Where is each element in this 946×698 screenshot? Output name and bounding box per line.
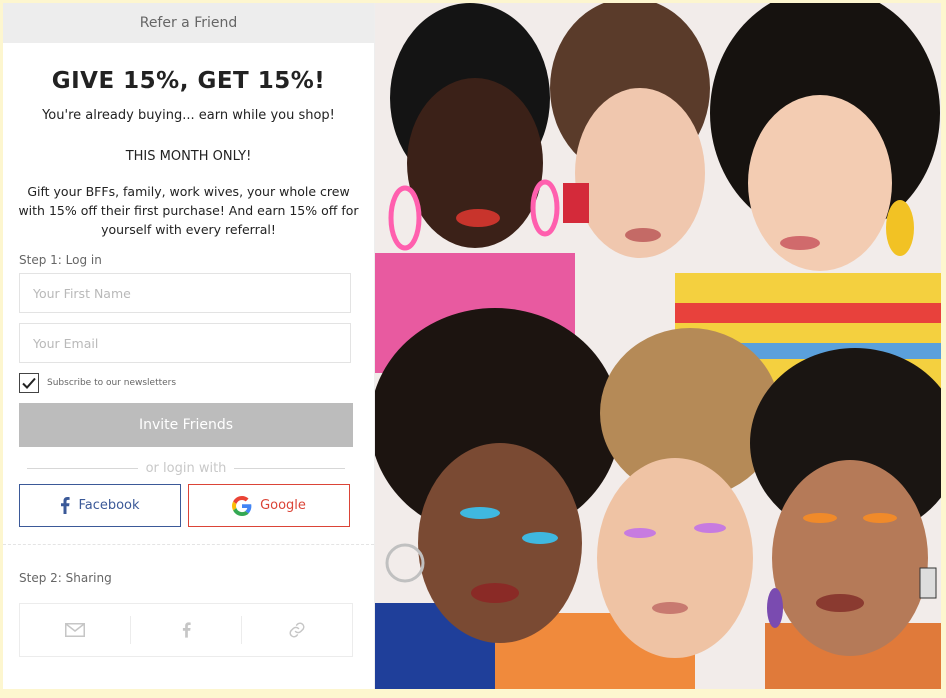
share-options	[19, 603, 353, 657]
offer-description: Gift your BFFs, family, work wives, your…	[18, 184, 359, 237]
divider-line-right	[234, 468, 345, 469]
facebook-icon	[182, 622, 191, 638]
divider-text: or login with	[145, 461, 227, 476]
panel-header-title: Refer a Friend	[139, 15, 238, 31]
invite-friends-button[interactable]: Invite Friends	[19, 403, 353, 447]
mail-icon	[65, 623, 85, 637]
share-email-button[interactable]	[20, 604, 130, 656]
facebook-login-button[interactable]: Facebook	[19, 484, 181, 527]
referral-modal: Refer a Friend GIVE 15%, GET 15%! You're…	[3, 3, 941, 689]
divider-line-left	[27, 468, 138, 469]
section-separator	[3, 544, 374, 546]
subscribe-checkbox[interactable]	[19, 373, 39, 393]
share-link-button[interactable]	[241, 616, 352, 644]
link-icon	[289, 622, 305, 638]
social-login-buttons: Facebook Google	[19, 484, 374, 527]
group-portrait-image	[375, 3, 941, 689]
offer-subline: You're already buying... earn while you …	[42, 108, 335, 123]
first-name-input[interactable]	[19, 273, 351, 313]
subscribe-option: Subscribe to our newsletters	[19, 373, 374, 393]
google-icon	[232, 495, 252, 516]
login-divider: or login with	[27, 461, 345, 476]
panel-header: Refer a Friend	[3, 3, 374, 43]
share-facebook-button[interactable]	[130, 616, 241, 644]
step1-label: Step 1: Log in	[19, 253, 102, 267]
google-login-button[interactable]: Google	[188, 484, 350, 527]
email-input[interactable]	[19, 323, 351, 363]
step2-label: Step 2: Sharing	[19, 571, 112, 585]
hero-photo	[375, 3, 941, 689]
facebook-icon	[61, 497, 71, 514]
offer-headline: GIVE 15%, GET 15%!	[51, 68, 326, 94]
subscribe-label: Subscribe to our newsletters	[47, 378, 177, 388]
google-login-label: Google	[260, 498, 306, 513]
facebook-login-label: Facebook	[78, 498, 140, 513]
referral-panel: Refer a Friend GIVE 15%, GET 15%! You're…	[3, 3, 375, 689]
checkmark-icon	[22, 377, 36, 389]
offer-month-note: THIS MONTH ONLY!	[125, 149, 252, 164]
